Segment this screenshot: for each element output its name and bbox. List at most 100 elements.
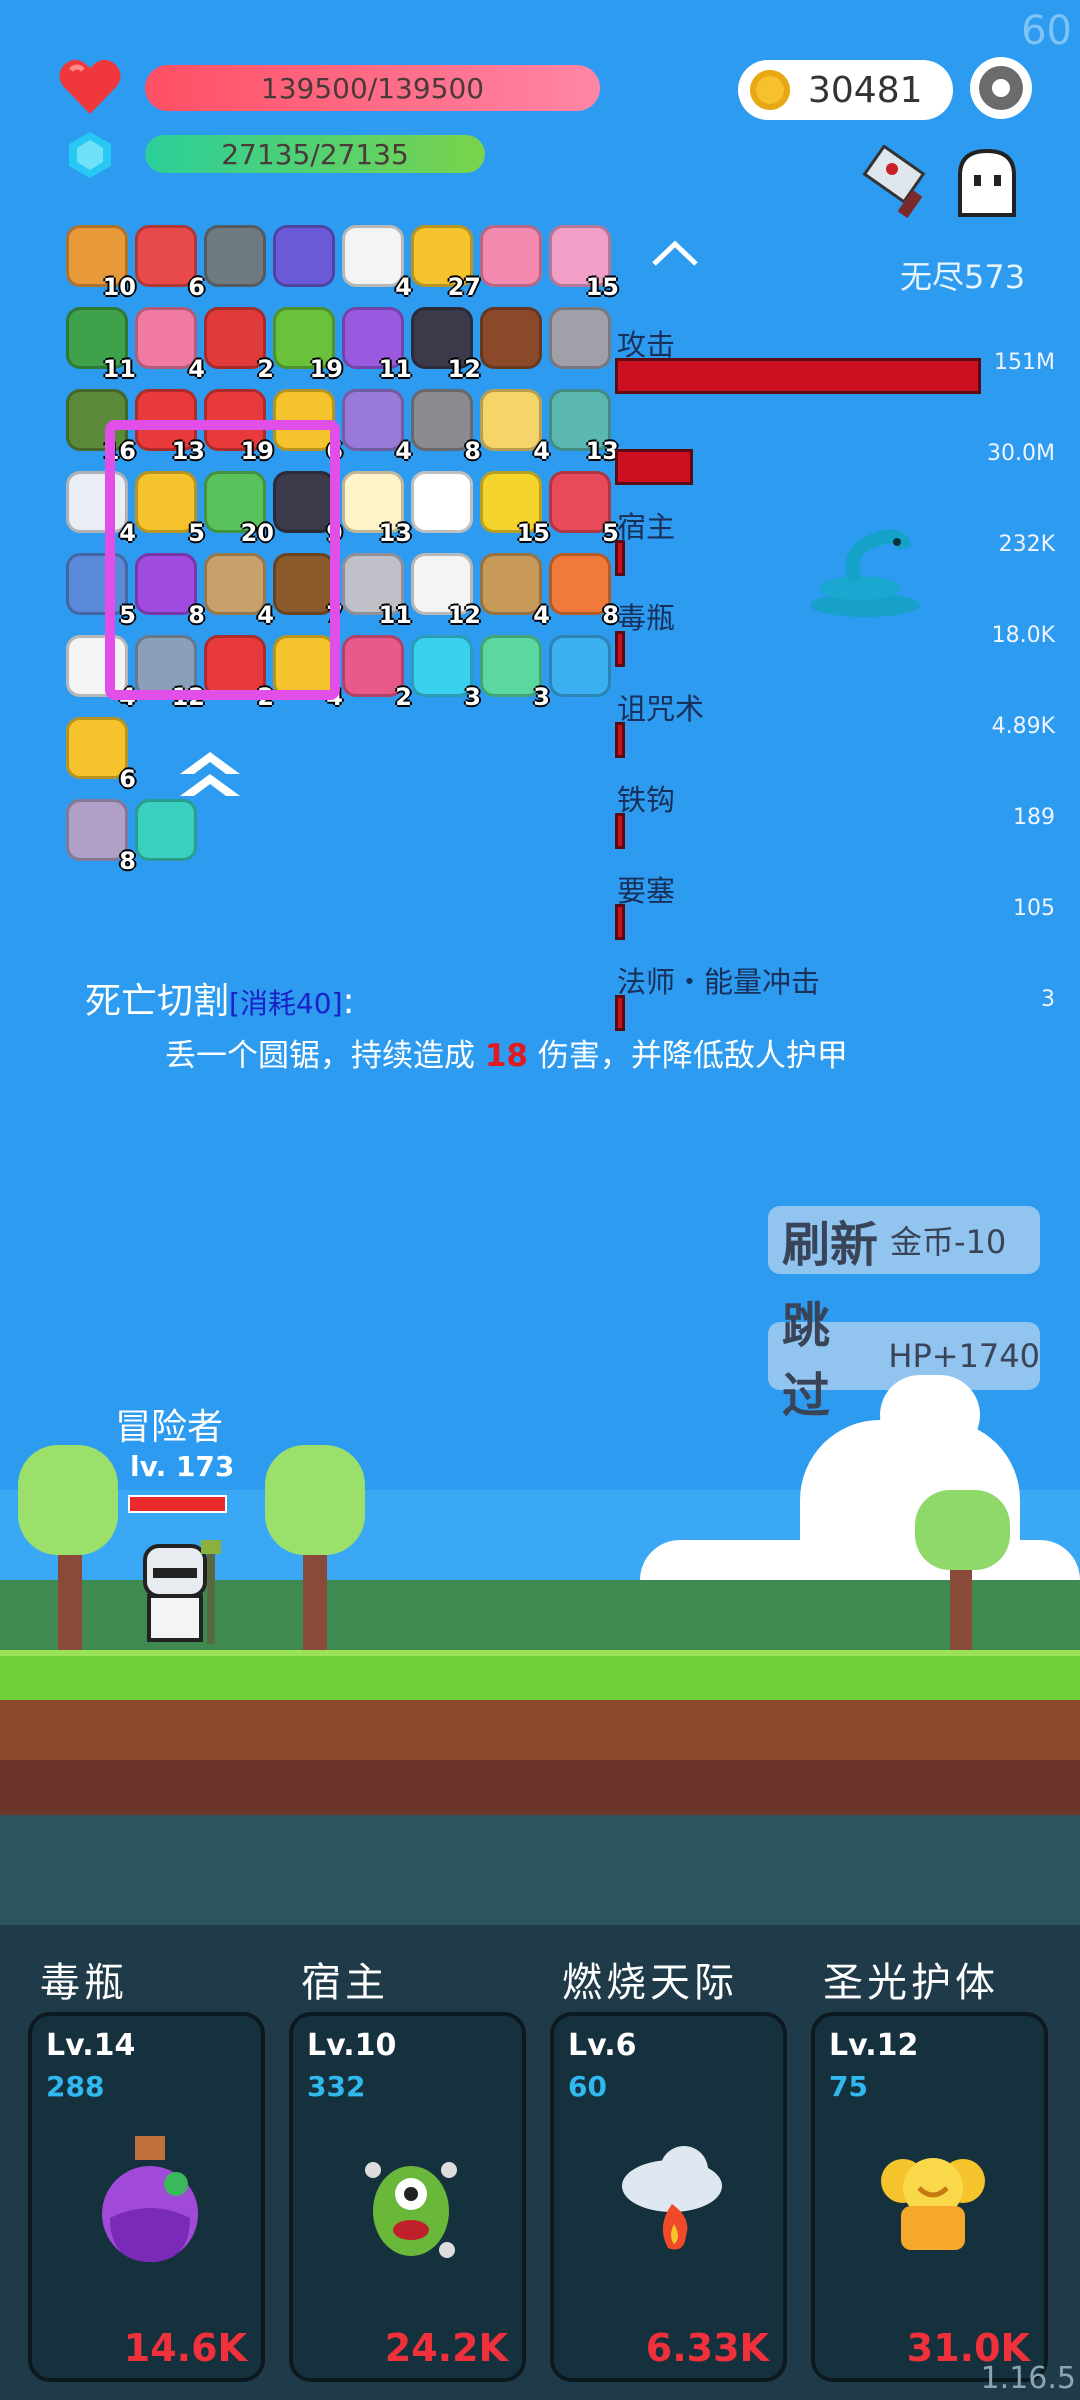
settings-gear-button[interactable] xyxy=(970,57,1032,119)
card-damage: 14.6K xyxy=(123,2326,247,2370)
damage-row: 铁钩 189 xyxy=(615,777,1055,849)
letter-icon[interactable] xyxy=(480,225,542,287)
damage-bar xyxy=(615,631,625,667)
light-box-icon[interactable] xyxy=(135,799,197,861)
refresh-label: 刷新 xyxy=(782,1217,879,1273)
coin-counter: 30481 xyxy=(738,60,953,120)
card-count: 60 xyxy=(568,2070,607,2103)
dirt-layer-deep xyxy=(0,1760,1080,1815)
spike-ball-icon[interactable] xyxy=(549,307,611,369)
damage-name: 铁钩 xyxy=(617,783,676,817)
item-count: 27 xyxy=(447,273,481,301)
card-title: 圣光护体 xyxy=(823,1960,999,2006)
damage-name: 毒瓶 xyxy=(617,601,676,635)
skill-card[interactable]: Lv.14 288 14.6K xyxy=(28,2012,265,2382)
hero-hp-bar xyxy=(128,1495,227,1513)
cloud-icon[interactable]: 4 xyxy=(342,225,412,301)
hp-bar: 139500/139500 xyxy=(145,65,600,111)
damage-bar xyxy=(615,358,981,394)
dice-icon[interactable]: 12 xyxy=(411,553,481,629)
hook-icon[interactable]: 2 xyxy=(342,635,412,711)
damage-value: 232K xyxy=(998,532,1055,557)
item-count: 15 xyxy=(516,519,550,547)
gold-coins-icon[interactable]: 6 xyxy=(66,717,136,793)
chest-icon[interactable]: 11 xyxy=(342,307,412,383)
helmet-icon[interactable]: 11 xyxy=(66,307,136,383)
mortar-icon[interactable] xyxy=(204,225,266,287)
collapse-chevron-icon[interactable] xyxy=(650,238,700,268)
refresh-cost: 金币-10 xyxy=(890,1223,1007,1261)
damage-name: 宿主 xyxy=(617,510,676,544)
gem-icon[interactable]: 3 xyxy=(411,635,481,711)
snake-enemy-icon xyxy=(810,529,920,617)
skill-colon: : xyxy=(342,981,355,1022)
fps-counter: 60 xyxy=(1021,8,1072,54)
item-count: 3 xyxy=(533,683,550,711)
bat-icon[interactable]: 12 xyxy=(411,307,481,383)
refresh-button[interactable]: 刷新 金币-10 xyxy=(768,1206,1040,1274)
card-count: 75 xyxy=(829,2070,868,2103)
target-icon[interactable]: 13 xyxy=(549,389,619,465)
damage-row: 法师・能量冲击 3 xyxy=(615,959,1055,1031)
item-count: 11 xyxy=(102,355,136,383)
sword-box-icon[interactable]: 8 xyxy=(66,799,136,875)
hero-level: lv. 173 xyxy=(130,1450,235,1483)
damage-bar xyxy=(615,995,625,1031)
card-level: Lv.6 xyxy=(568,2028,637,2063)
water-band xyxy=(0,1815,1080,1925)
compass-icon[interactable]: 11 xyxy=(342,553,412,629)
mushroom-icon[interactable] xyxy=(480,307,542,369)
chat-icon[interactable] xyxy=(549,635,611,697)
card-title: 燃烧天际 xyxy=(562,1960,738,2006)
item-count: 13 xyxy=(585,437,619,465)
watermelon-icon[interactable]: 6 xyxy=(135,225,205,301)
item-count: 2 xyxy=(257,355,274,383)
card-level: Lv.14 xyxy=(46,2028,136,2063)
skill-description: 丢一个圆锯，持续造成 18 伤害，并降低敌人护甲 xyxy=(165,1030,848,1075)
endless-stage-label: 无尽573 xyxy=(900,258,1026,296)
damage-row: 诅咒术 4.89K xyxy=(615,686,1055,758)
gear-icon xyxy=(979,66,1023,110)
crown-icon[interactable]: 27 xyxy=(411,225,481,301)
skill-title: 死亡切割[消耗40]: xyxy=(85,972,355,1024)
item-count: 4 xyxy=(533,601,550,629)
item-count: 15 xyxy=(585,273,619,301)
tombstone-icon[interactable]: 8 xyxy=(411,389,481,465)
spirit-icon[interactable]: 3 xyxy=(480,635,550,711)
damage-value: 105 xyxy=(1013,896,1055,921)
sun-orb-icon[interactable]: 15 xyxy=(480,471,550,547)
skill-card[interactable]: Lv.10 332 24.2K xyxy=(289,2012,526,2382)
cleaver-icon[interactable] xyxy=(862,145,942,225)
skill-desc-pre: 丢一个圆锯，持续造成 xyxy=(165,1038,485,1074)
book-icon[interactable]: 10 xyxy=(66,225,136,301)
magnet-icon[interactable]: 2 xyxy=(204,307,274,383)
skill-card[interactable]: Lv.12 75 31.0K xyxy=(811,2012,1048,2382)
skill-name: 死亡切割 xyxy=(85,981,230,1022)
item-count: 8 xyxy=(464,437,481,465)
meteor-icon[interactable]: 8 xyxy=(549,553,619,629)
card-level: Lv.10 xyxy=(307,2028,397,2063)
expand-up-icon[interactable] xyxy=(178,750,243,805)
goblin-icon[interactable]: 19 xyxy=(273,307,343,383)
card-level: Lv.12 xyxy=(829,2028,919,2063)
damage-row: 30.0M xyxy=(615,413,1055,485)
star-shield-icon[interactable]: 4 xyxy=(342,389,412,465)
ghost-icon[interactable] xyxy=(411,471,473,533)
egg-icon[interactable]: 13 xyxy=(342,471,412,547)
ice-cream-icon[interactable]: 15 xyxy=(549,225,619,301)
ghost-icon[interactable] xyxy=(950,145,1025,220)
skill-card[interactable]: Lv.6 60 6.33K xyxy=(550,2012,787,2382)
skill-desc-post: 伤害，并降低敌人护甲 xyxy=(528,1038,848,1074)
skip-reward: HP+1740 xyxy=(888,1337,1040,1375)
potion-icon[interactable]: 4 xyxy=(135,307,205,383)
scroll-icon[interactable]: 4 xyxy=(480,389,550,465)
mana-crystal-icon xyxy=(69,132,111,178)
crossbow-icon[interactable]: 4 xyxy=(480,553,550,629)
heart-icon[interactable]: 5 xyxy=(549,471,619,547)
wizard-hat-icon[interactable] xyxy=(273,225,335,287)
skill-desc-number: 18 xyxy=(484,1038,528,1074)
damage-value: 18.0K xyxy=(991,623,1055,648)
version-label: 1.16.5 xyxy=(980,2361,1076,2396)
item-count: 4 xyxy=(188,355,205,383)
damage-row: 攻击 151M xyxy=(615,322,1055,394)
